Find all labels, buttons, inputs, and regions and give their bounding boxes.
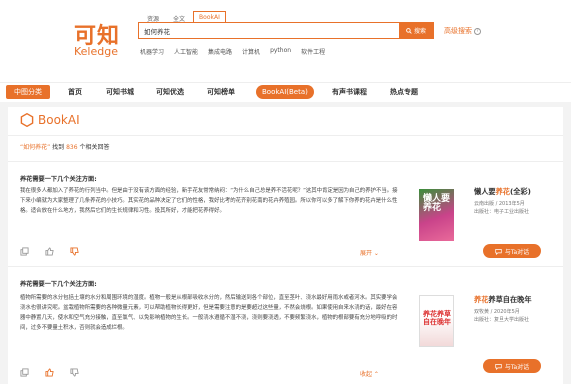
bookai-title: BookAI [38,113,80,127]
result-count: “如何养花” 找到 836 个相关回答 [20,142,109,151]
hot-keyword[interactable]: python [270,47,291,56]
chat-with-book-label: 与Ta对话 [504,248,530,256]
main-nav: 中图分类 首页 可知书城 可知优选 可知榜单 BookAI(Beta) 有声书课… [0,82,571,102]
book-publisher: 双牧黄 / 2020年5月 [474,309,520,315]
result-actions [20,247,79,256]
book-title[interactable]: 懒人要养花(全彩) [474,187,531,197]
nav-rankings[interactable]: 可知榜单 [207,87,235,97]
search-icon [406,27,412,34]
book-info: 养花养草自在晚年 双牧黄 / 2020年5月 出版社：复旦大学出版社 [474,295,532,324]
hot-keyword[interactable]: 集成电路 [208,47,232,56]
nav-bookstore[interactable]: 可知书城 [106,87,134,97]
divider [8,135,563,136]
expand-link[interactable]: 展开 ⌄ [360,248,379,257]
expand-label: 展开 [360,250,373,257]
result-card: 养花需要一下几个关注方面: 我在很多人都加入了养花的行列当中。但是由于没有该方面… [8,161,563,265]
chat-icon [495,363,502,370]
result-question: 养花需要一下几个关注方面: [20,176,97,183]
result-answer: 我在很多人都加入了养花的行列当中。但是由于没有该方面的经验，新手花友常常纳闷：“… [20,188,398,214]
result-question: 养花需要一下几个关注方面: [20,281,97,288]
book-cover[interactable]: 懒人要养花 [419,189,454,241]
result-card: 养花需要一下几个关注方面: 植物所需要的水分包括土壤的水分和周围环境的湿度。植物… [8,266,563,384]
book-title-post: (全彩) [509,187,531,196]
nav-audiobook[interactable]: 有声书课程 [332,87,367,97]
nav-category[interactable]: 中图分类 [6,85,50,99]
nav-home[interactable]: 首页 [68,87,82,97]
advanced-search-label: 高级搜索 [444,27,472,35]
book-info: 懒人要养花(全彩) 云南出版 / 2013年5月 出版社：电子工业出版社 [474,187,531,216]
thumbs-up-icon[interactable] [45,368,54,377]
book-title[interactable]: 养花养草自在晚年 [474,295,532,305]
logo-en[interactable]: Keledge [74,45,118,58]
chat-with-book-button[interactable]: 与Ta对话 [483,359,541,373]
book-publisher: 云南出版 / 2013年5月 [474,201,525,207]
found-pre: 找到 [52,144,65,151]
hot-keyword[interactable]: 软件工程 [301,47,325,56]
hexagon-icon [20,113,34,127]
main-panel: BookAI “如何养花” 找到 836 个相关回答 养花需要一下几个关注方面:… [8,107,563,384]
book-title-highlight: 养花 [495,187,510,196]
hot-keyword[interactable]: 人工智能 [174,47,198,56]
book-cover-title: 懒人要养花 [423,194,451,213]
copy-icon[interactable] [20,247,29,256]
book-source: 出版社：电子工业出版社 [474,209,530,215]
chat-with-book-label: 与Ta对话 [504,363,530,371]
book-title-highlight: 养花 [474,295,489,304]
bookai-heading: BookAI [20,113,80,127]
advanced-search-link[interactable]: 高级搜索 ? [444,26,481,36]
book-cover-title: 养花养草自在晚年 [423,310,451,326]
book-title-pre: 懒人要 [474,187,496,196]
result-actions [20,368,79,377]
header: 可知 Keledge 资源 全文 BookAI 如何养花 搜索 高级搜索 ? 机… [0,0,571,82]
collapse-label: 收起 [360,371,373,378]
thumbs-down-icon[interactable] [70,247,79,256]
search-button-label: 搜索 [413,28,426,35]
book-title-post: 养草自在晚年 [488,295,532,304]
result-answer: 植物所需要的水分包括土壤的水分和周围环境的湿度。植物一般是从根部吸收水分的，然后… [20,295,398,331]
help-icon[interactable]: ? [474,27,481,35]
found-count: 836 [66,144,78,151]
nav-picks[interactable]: 可知优选 [156,87,184,97]
hot-keywords: 机器学习 人工智能 集成电路 计算机 python 软件工程 [140,47,325,56]
thumbs-up-icon[interactable] [45,247,54,256]
search-box: 如何养花 搜索 [138,22,434,39]
found-post: 个相关回答 [79,144,110,151]
hot-keyword[interactable]: 机器学习 [140,47,164,56]
book-source: 出版社：复旦大学出版社 [474,317,530,323]
collapse-link[interactable]: 收起 ⌃ [360,369,379,378]
book-cover[interactable]: 养花养草自在晚年 [419,295,454,347]
thumbs-down-icon[interactable] [70,368,79,377]
search-input[interactable]: 如何养花 [144,26,170,36]
search-button[interactable]: 搜索 [399,23,433,38]
nav-topics[interactable]: 热点专题 [390,87,418,97]
query-echo: “如何养花” [20,144,51,151]
hot-keyword[interactable]: 计算机 [242,47,260,56]
nav-bookai[interactable]: BookAI(Beta) [256,85,314,99]
chat-with-book-button[interactable]: 与Ta对话 [483,244,541,258]
chat-icon [495,248,502,255]
copy-icon[interactable] [20,368,29,377]
